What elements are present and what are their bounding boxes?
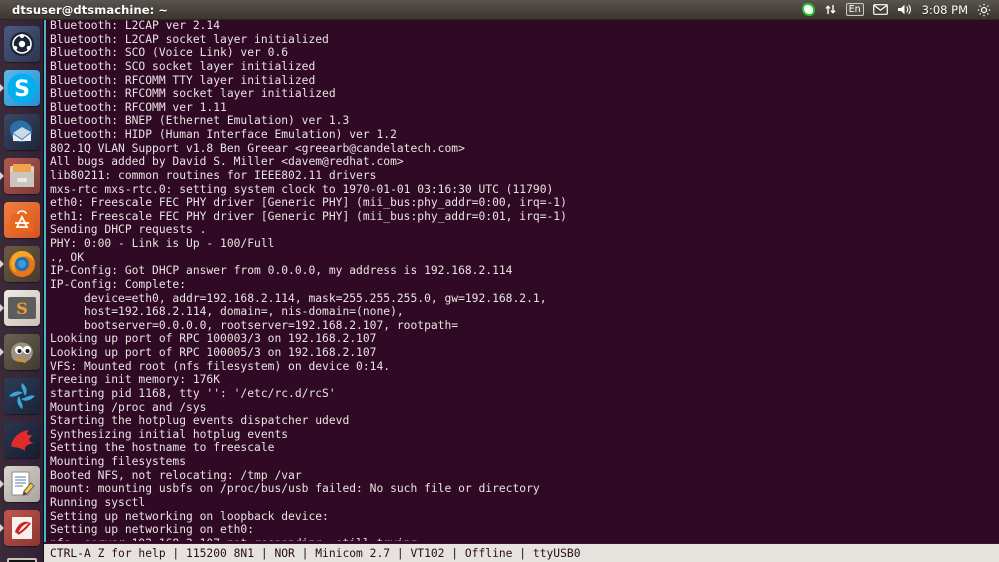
skype-icon: S xyxy=(7,73,37,103)
terminal-line: Bluetooth: L2CAP ver 2.14 xyxy=(50,20,221,32)
desktop-screen: dtsuser@dtsmachine: ~ En 3:08 PM S S Blu… xyxy=(0,0,999,562)
launcher-item-evince[interactable] xyxy=(0,506,44,550)
terminal-line: Setting up networking on eth0: xyxy=(50,523,255,537)
terminal-line: Looking up port of RPC 100003/3 on 192.1… xyxy=(50,332,377,346)
terminal-line: Synthesizing initial hotplug events xyxy=(50,427,289,441)
launcher-item-skype[interactable]: S xyxy=(0,66,44,110)
keyboard-layout-icon[interactable]: En xyxy=(845,0,864,20)
gear-icon[interactable] xyxy=(977,0,991,20)
terminal-line: starting pid 1168, tty '': '/etc/rc.d/rc… xyxy=(50,386,336,400)
claws-mail-icon xyxy=(11,430,34,451)
notification-green-icon[interactable] xyxy=(801,0,815,20)
launcher-item-ubuntu-dash[interactable] xyxy=(0,22,44,66)
firefox-icon xyxy=(9,251,35,277)
terminal-line: Bluetooth: L2CAP socket layer initialize… xyxy=(50,32,329,46)
launcher-item-terminal[interactable] xyxy=(0,550,44,562)
sublime-text-icon: S xyxy=(8,297,36,319)
terminal-line: All bugs added by David S. Miller <davem… xyxy=(50,155,404,169)
terminal-line: 802.1Q VLAN Support v1.8 Ben Greear <gre… xyxy=(50,141,465,155)
terminal-line: Bluetooth: RFCOMM TTY layer initialized xyxy=(50,73,316,87)
terminal-line: lib80211: common routines for IEEE802.11… xyxy=(50,168,377,182)
terminal-line: Booted NFS, not relocating: /tmp /var xyxy=(50,468,302,482)
terminal-line: Looking up port of RPC 100005/3 on 192.1… xyxy=(50,346,377,359)
svg-text:S: S xyxy=(14,77,30,102)
software-center-icon xyxy=(11,210,33,231)
terminal-line: Running sysctl xyxy=(50,495,146,509)
terminal-line: IP-Config: Got DHCP answer from 0.0.0.0,… xyxy=(50,264,513,278)
files-icon xyxy=(10,164,34,187)
terminal-line: PHY: 0:00 - Link is Up - 100/Full xyxy=(50,237,275,250)
launcher-item-text-editor[interactable] xyxy=(0,462,44,506)
terminal-window[interactable]: Bluetooth: L2CAP ver 2.14 Bluetooth: L2C… xyxy=(44,20,999,562)
keyboard-layout-label: En xyxy=(845,3,864,16)
terminal-line: device=eth0, addr=192.168.2.114, mask=25… xyxy=(50,291,547,305)
launcher-item-shutter[interactable] xyxy=(0,374,44,418)
ubuntu-dash-icon xyxy=(10,32,34,56)
clock[interactable]: 3:08 PM xyxy=(922,0,968,20)
terminal-line: mount: mounting usbfs on /proc/bus/usb f… xyxy=(50,482,540,496)
terminal-line: Bluetooth: RFCOMM socket layer initializ… xyxy=(50,87,336,101)
terminal-line: eth1: Freescale FEC PHY driver [Generic … xyxy=(50,209,567,223)
launcher-item-claws-mail[interactable] xyxy=(0,418,44,462)
shutter-icon xyxy=(9,383,35,409)
svg-text:S: S xyxy=(16,299,28,318)
terminal-line: Bluetooth: BNEP (Ethernet Emulation) ver… xyxy=(50,114,350,128)
launcher-item-software-center[interactable] xyxy=(0,198,44,242)
system-tray: En 3:08 PM xyxy=(801,0,991,20)
terminal-line: Mounting filesystems xyxy=(50,455,187,468)
terminal-line: Setting up networking on loopback device… xyxy=(50,509,329,523)
launcher-edge-highlight xyxy=(44,20,46,542)
terminal-line: Bluetooth: SCO socket layer initialized xyxy=(50,59,316,73)
terminal-line: ., OK xyxy=(50,250,85,264)
terminal-line: Bluetooth: HIDP (Human Interface Emulati… xyxy=(50,128,397,141)
terminal-line: host=192.168.2.114, domain=, nis-domain=… xyxy=(50,305,404,319)
gimp-icon xyxy=(11,342,33,364)
evince-icon xyxy=(12,517,32,539)
terminal-line: VFS: Mounted root (nfs filesystem) on de… xyxy=(50,359,391,373)
text-editor-icon xyxy=(11,471,35,496)
terminal-line: Setting the hostname to freescale xyxy=(50,441,275,455)
launcher-item-gimp[interactable] xyxy=(0,330,44,374)
terminal-line: Mounting /proc and /sys xyxy=(50,400,207,414)
minicom-status-bar: CTRL-A Z for help | 115200 8N1 | NOR | M… xyxy=(44,543,999,562)
terminal-line: nfs: server 192.168.2.107 not responding… xyxy=(50,537,999,541)
terminal-line: Freeing init memory: 176K xyxy=(50,373,221,387)
messaging-envelope-icon[interactable] xyxy=(872,0,888,20)
terminal-line: IP-Config: Complete: xyxy=(50,277,187,291)
terminal-line: Sending DHCP requests . xyxy=(50,223,207,237)
unity-launcher: S S xyxy=(0,20,44,562)
terminal-output: Bluetooth: L2CAP ver 2.14 Bluetooth: L2C… xyxy=(50,20,999,541)
terminal-line: bootserver=0.0.0.0, rootserver=192.168.2… xyxy=(50,318,459,332)
window-title: dtsuser@dtsmachine: ~ xyxy=(12,2,169,17)
top-panel: dtsuser@dtsmachine: ~ En 3:08 PM xyxy=(0,0,999,20)
terminal-line: mxs-rtc mxs-rtc.0: setting system clock … xyxy=(50,182,554,196)
terminal-line: eth0: Freescale FEC PHY driver [Generic … xyxy=(50,196,567,210)
terminal-line: Bluetooth: SCO (Voice Link) ver 0.6 xyxy=(50,46,289,60)
volume-speaker-icon[interactable] xyxy=(897,0,913,20)
terminal-line: Starting the hotplug events dispatcher u… xyxy=(50,414,350,428)
network-updown-icon[interactable] xyxy=(824,0,837,20)
terminal-icon xyxy=(7,558,37,562)
thunderbird-icon xyxy=(10,120,32,143)
launcher-item-sublime-text[interactable]: S xyxy=(0,286,44,330)
terminal-line: Bluetooth: RFCOMM ver 1.11 xyxy=(50,100,227,114)
launcher-item-firefox[interactable] xyxy=(0,242,44,286)
launcher-item-thunderbird[interactable] xyxy=(0,110,44,154)
launcher-item-files[interactable] xyxy=(0,154,44,198)
